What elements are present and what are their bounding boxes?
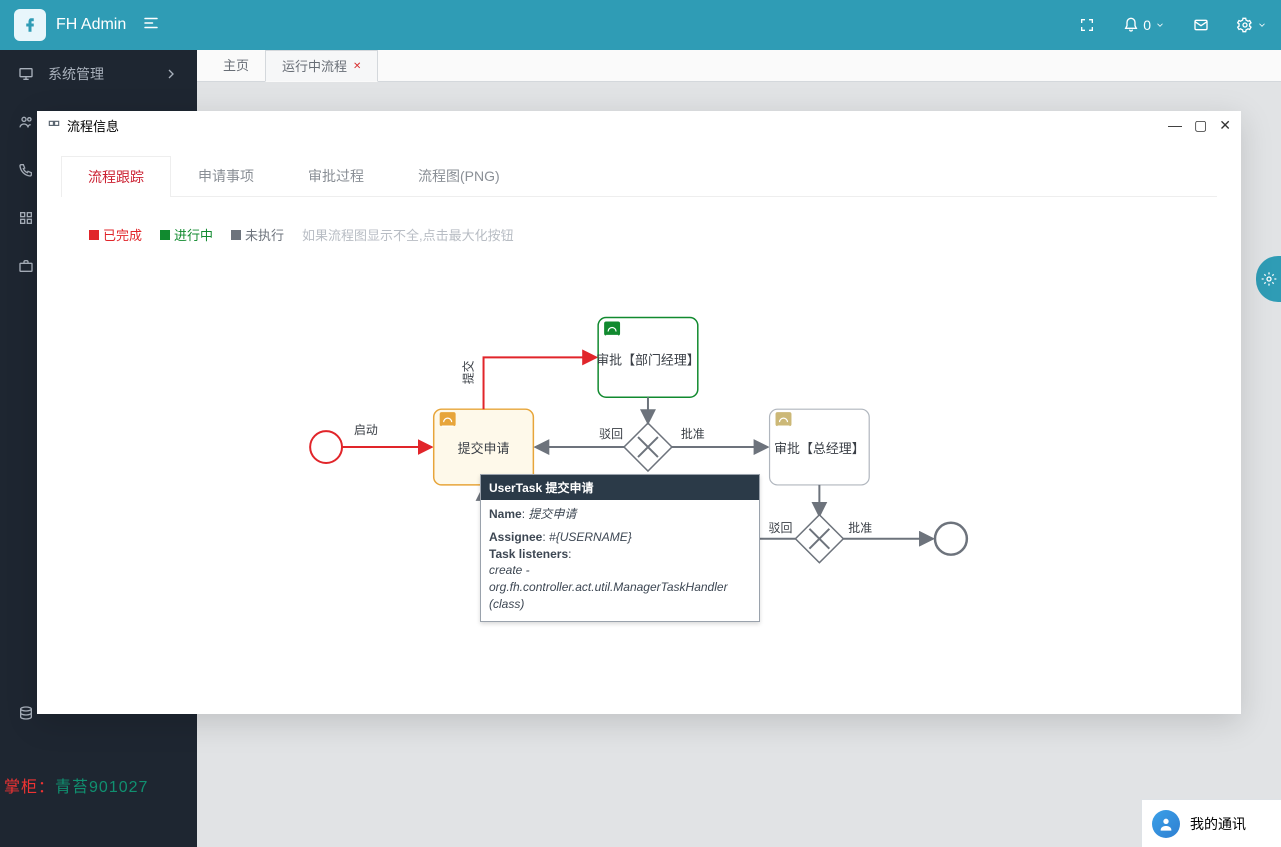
users-icon [18, 114, 34, 130]
tab-png[interactable]: 流程图(PNG) [391, 155, 527, 196]
legend-hint: 如果流程图显示不全,点击最大化按钮 [302, 225, 514, 244]
label-start: 启动 [354, 423, 378, 437]
minimize-icon[interactable]: — [1168, 117, 1182, 134]
label-reject1: 驳回 [599, 427, 623, 441]
label-approve1: 批准 [681, 426, 705, 441]
gateway-2 [795, 515, 843, 563]
notif-count: 0 [1143, 17, 1151, 33]
svg-text:审批【总经理】: 审批【总经理】 [774, 441, 865, 456]
phone-icon [18, 162, 34, 178]
close-icon[interactable]: ✕ [1219, 117, 1231, 134]
modal-flow-info: 流程信息 — ▢ ✕ 流程跟踪 申请事项 审批过程 流程图(PNG) 已完成 进… [37, 111, 1241, 714]
maximize-icon[interactable]: ▢ [1194, 117, 1207, 134]
label-approve2: 批准 [848, 520, 872, 535]
watermark: 掌柜：青苔901027 [4, 773, 148, 797]
brand-logo [14, 9, 46, 41]
gateway-1 [624, 423, 672, 471]
tab-apply[interactable]: 申请事项 [171, 155, 281, 196]
monitor-icon [18, 66, 34, 82]
brand-name: FH Admin [56, 16, 126, 34]
svg-text:提交申请: 提交申请 [458, 441, 510, 456]
tooltip-title: UserTask 提交申请 [481, 475, 759, 500]
svg-text:审批【部门经理】: 审批【部门经理】 [596, 352, 700, 367]
top-actions: 0 [1079, 17, 1267, 33]
modal-title: 流程信息 [67, 116, 119, 135]
legend: 已完成 进行中 未执行 如果流程图显示不全,点击最大化按钮 [89, 225, 1217, 244]
legend-doing: 进行中 [174, 225, 213, 244]
chevron-right-icon [163, 66, 179, 82]
window-icon [47, 119, 61, 133]
modal-tabs: 流程跟踪 申请事项 审批过程 流程图(PNG) [61, 155, 1217, 197]
contacts-label: 我的通讯 [1190, 814, 1246, 834]
database-icon [18, 705, 34, 721]
briefcase-icon [18, 258, 34, 274]
tab-approve[interactable]: 审批过程 [281, 155, 391, 196]
grid-icon [18, 210, 34, 226]
mail-icon[interactable] [1193, 17, 1209, 33]
contacts-widget[interactable]: 我的通讯 [1141, 799, 1281, 847]
end-event [935, 523, 967, 555]
legend-todo: 未执行 [245, 225, 284, 244]
tab-trace[interactable]: 流程跟踪 [61, 156, 171, 197]
task-tooltip: UserTask 提交申请 Name: 提交申请 Assignee: #{USE… [480, 474, 760, 622]
topbar: FH Admin 0 [0, 0, 1281, 50]
menu-toggle-icon[interactable] [142, 14, 160, 37]
modal-titlebar: 流程信息 — ▢ ✕ [37, 111, 1241, 141]
notifications-icon[interactable]: 0 [1123, 17, 1165, 33]
legend-done: 已完成 [103, 225, 142, 244]
sidebar-item-label: 系统管理 [48, 64, 104, 84]
start-event [310, 431, 342, 463]
avatar-icon [1152, 810, 1180, 838]
label-submit: 提交 [461, 360, 476, 384]
sidebar-item-system[interactable]: 系统管理 [0, 50, 197, 98]
label-reject2: 驳回 [769, 521, 793, 535]
fullscreen-icon[interactable] [1079, 17, 1095, 33]
settings-icon[interactable] [1237, 17, 1267, 33]
